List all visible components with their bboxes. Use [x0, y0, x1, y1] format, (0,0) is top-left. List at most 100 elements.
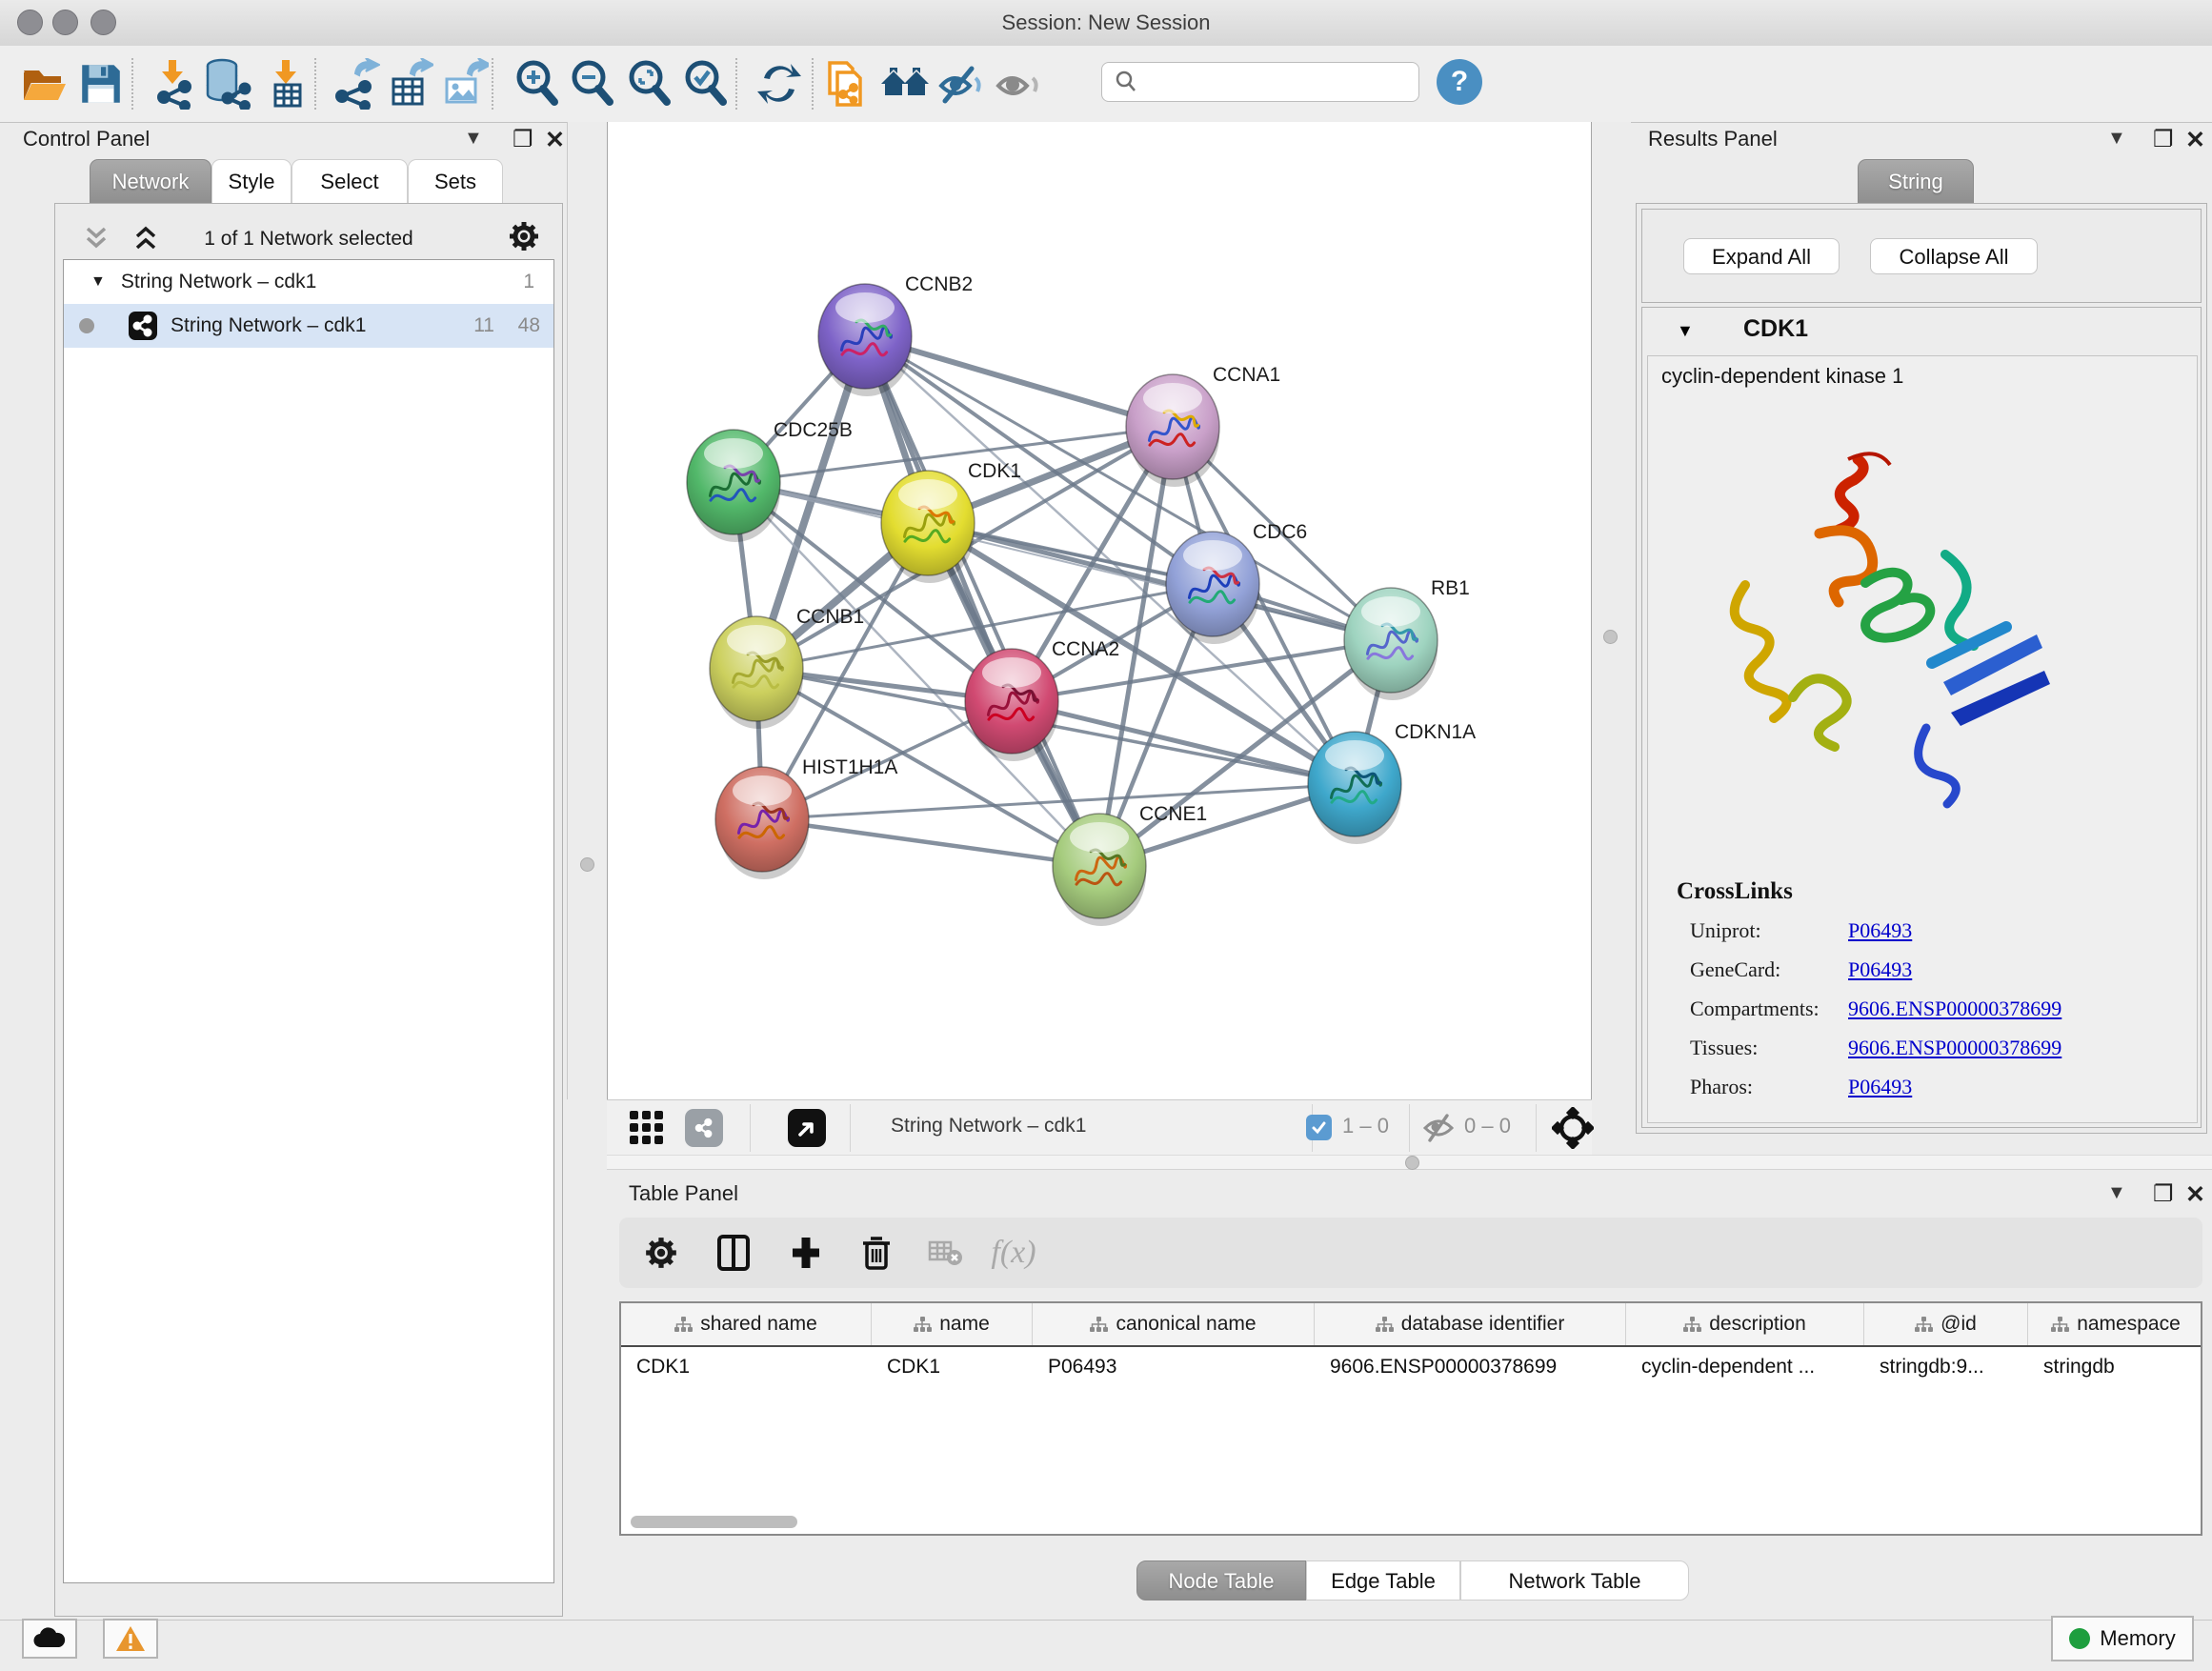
export-table-icon[interactable]	[381, 57, 434, 111]
column-header-database-identifier[interactable]: database identifier	[1315, 1303, 1626, 1345]
save-session-icon[interactable]	[74, 57, 128, 111]
control-panel-maximize-icon[interactable]: ❐	[513, 126, 533, 153]
results-panel-maximize-icon[interactable]: ❐	[2153, 126, 2174, 153]
node-table[interactable]: shared namenamecanonical namedatabase id…	[619, 1301, 2202, 1536]
horizontal-splitter-handle[interactable]	[1405, 1156, 1419, 1170]
results-panel-close-icon[interactable]: ✕	[2185, 126, 2205, 154]
node-CCNA1[interactable]: CCNA1	[1126, 364, 1280, 487]
tab-network[interactable]: Network	[90, 159, 211, 203]
left-splitter[interactable]	[567, 122, 608, 1099]
memory-button[interactable]: Memory	[2051, 1616, 2194, 1661]
results-panel-float-icon[interactable]: ▼	[2107, 128, 2126, 150]
crosslink-link[interactable]: P06493	[1848, 1075, 1912, 1099]
zoom-fit-icon[interactable]	[624, 57, 677, 111]
cloud-status-button[interactable]	[22, 1619, 77, 1659]
tab-style[interactable]: Style	[211, 159, 292, 203]
node-CDKN1A[interactable]: CDKN1A	[1308, 721, 1476, 844]
column-header-canonical-name[interactable]: canonical name	[1033, 1303, 1315, 1345]
zoom-in-icon[interactable]	[512, 57, 565, 111]
table-cell[interactable]: 9606.ENSP00000378699	[1315, 1347, 1626, 1389]
node-CCNA2[interactable]: CCNA2	[965, 638, 1119, 761]
left-splitter-handle[interactable]	[580, 857, 594, 872]
warning-status-button[interactable]	[103, 1619, 158, 1659]
tab-node-table[interactable]: Node Table	[1136, 1560, 1306, 1601]
collapse-all-button[interactable]: Collapse All	[1870, 238, 2038, 274]
fit-content-crosshair-icon[interactable]	[1552, 1107, 1594, 1154]
table-panel-maximize-icon[interactable]: ❐	[2153, 1180, 2174, 1208]
show-columns-icon[interactable]	[709, 1228, 758, 1278]
node-HIST1H1A[interactable]: HIST1H1A	[715, 756, 897, 879]
crosslink-link[interactable]: P06493	[1848, 957, 1912, 982]
selected-count-checkbox[interactable]	[1306, 1115, 1332, 1140]
network-row[interactable]: String Network – cdk1 11 48	[64, 304, 553, 348]
duplicate-network-icon[interactable]	[820, 57, 874, 111]
gene-collapse-icon[interactable]: ▼	[1677, 321, 1694, 341]
show-all-nodes-icon[interactable]	[878, 57, 932, 111]
open-file-icon[interactable]	[17, 57, 70, 111]
export-network-icon[interactable]	[328, 57, 381, 111]
import-network-file-icon[interactable]	[146, 57, 199, 111]
table-cell[interactable]: cyclin-dependent ...	[1626, 1347, 1864, 1389]
horizontal-splitter[interactable]	[607, 1155, 2212, 1170]
crosslink-link[interactable]: 9606.ENSP00000378699	[1848, 1036, 2061, 1060]
import-table-file-icon[interactable]	[259, 57, 312, 111]
delete-column-icon[interactable]	[852, 1228, 901, 1278]
search-input[interactable]	[1138, 70, 1399, 94]
string-network-graph[interactable]: CCNB2CCNA1CDC25BCDK1CDC6RB1CCNB1CCNA2CDK…	[608, 122, 1591, 1099]
network-view-canvas[interactable]: CCNB2CCNA1CDC25BCDK1CDC6RB1CCNB1CCNA2CDK…	[607, 122, 1592, 1099]
tab-network-table[interactable]: Network Table	[1460, 1560, 1689, 1601]
tab-sets[interactable]: Sets	[408, 159, 503, 203]
table-cell[interactable]: P06493	[1033, 1347, 1315, 1389]
table-row[interactable]: CDK1CDK1P064939606.ENSP00000378699cyclin…	[621, 1347, 2201, 1389]
node-RB1[interactable]: RB1	[1344, 577, 1470, 700]
column-header-@id[interactable]: @id	[1864, 1303, 2028, 1345]
table-cell[interactable]: stringdb	[2028, 1347, 2202, 1389]
column-header-description[interactable]: description	[1626, 1303, 1864, 1345]
import-network-database-icon[interactable]	[200, 57, 253, 111]
control-panel-close-icon[interactable]: ✕	[545, 126, 565, 154]
table-cell[interactable]: CDK1	[621, 1347, 872, 1389]
tab-select[interactable]: Select	[292, 159, 408, 203]
crosslink-link[interactable]: 9606.ENSP00000378699	[1848, 997, 2061, 1021]
crosslink-link[interactable]: P06493	[1848, 918, 1912, 943]
right-splitter-handle[interactable]	[1603, 630, 1618, 644]
add-column-icon[interactable]	[781, 1228, 831, 1278]
show-selected-icon[interactable]	[991, 57, 1044, 111]
open-in-new-window-icon[interactable]	[788, 1109, 826, 1147]
help-button[interactable]: ?	[1437, 59, 1482, 105]
edge-CCNB2-CCNE1[interactable]	[865, 336, 1099, 866]
export-image-icon[interactable]	[436, 57, 490, 111]
column-header-shared-name[interactable]: shared name	[621, 1303, 872, 1345]
node-CCNE1[interactable]: CCNE1	[1053, 803, 1207, 926]
zoom-out-icon[interactable]	[567, 57, 620, 111]
network-collection-row[interactable]: ▼ String Network – cdk1 1	[64, 260, 553, 304]
node-CCNB2[interactable]: CCNB2	[818, 273, 973, 396]
column-header-name[interactable]: name	[872, 1303, 1033, 1345]
toolbar-search-box[interactable]	[1101, 62, 1419, 102]
tab-string[interactable]: String	[1858, 159, 1974, 203]
refresh-layout-icon[interactable]	[753, 57, 806, 111]
network-options-gear-icon[interactable]	[507, 219, 541, 258]
column-header-namespace[interactable]: namespace	[2028, 1303, 2202, 1345]
table-cell[interactable]: CDK1	[872, 1347, 1033, 1389]
table-panel-float-icon[interactable]: ▼	[2107, 1182, 2126, 1204]
right-splitter[interactable]	[1591, 122, 1631, 1099]
table-horizontal-scrollbar[interactable]	[631, 1516, 797, 1528]
collection-expand-icon[interactable]: ▼	[90, 273, 106, 291]
network-label: String Network – cdk1	[171, 314, 366, 337]
network-overview-share-icon[interactable]	[685, 1109, 723, 1147]
node-CDC6[interactable]: CDC6	[1166, 521, 1307, 644]
table-cell[interactable]: stringdb:9...	[1864, 1347, 2028, 1389]
table-gear-icon[interactable]	[636, 1228, 686, 1278]
hidden-eye-slash-icon[interactable]	[1422, 1114, 1455, 1147]
edge-CCNE1-HIST1H1A[interactable]	[762, 819, 1099, 866]
birds-eye-view-icon[interactable]	[630, 1111, 664, 1150]
tab-edge-table[interactable]: Edge Table	[1306, 1560, 1460, 1601]
expand-all-button[interactable]: Expand All	[1683, 238, 1840, 274]
node-CDC25B[interactable]: CDC25B	[687, 419, 853, 542]
zoom-selected-icon[interactable]	[680, 57, 734, 111]
hide-selected-icon[interactable]	[934, 57, 987, 111]
table-panel-close-icon[interactable]: ✕	[2185, 1180, 2205, 1209]
node-CCNB1[interactable]: CCNB1	[710, 606, 864, 729]
control-panel-float-icon[interactable]: ▼	[464, 128, 483, 150]
